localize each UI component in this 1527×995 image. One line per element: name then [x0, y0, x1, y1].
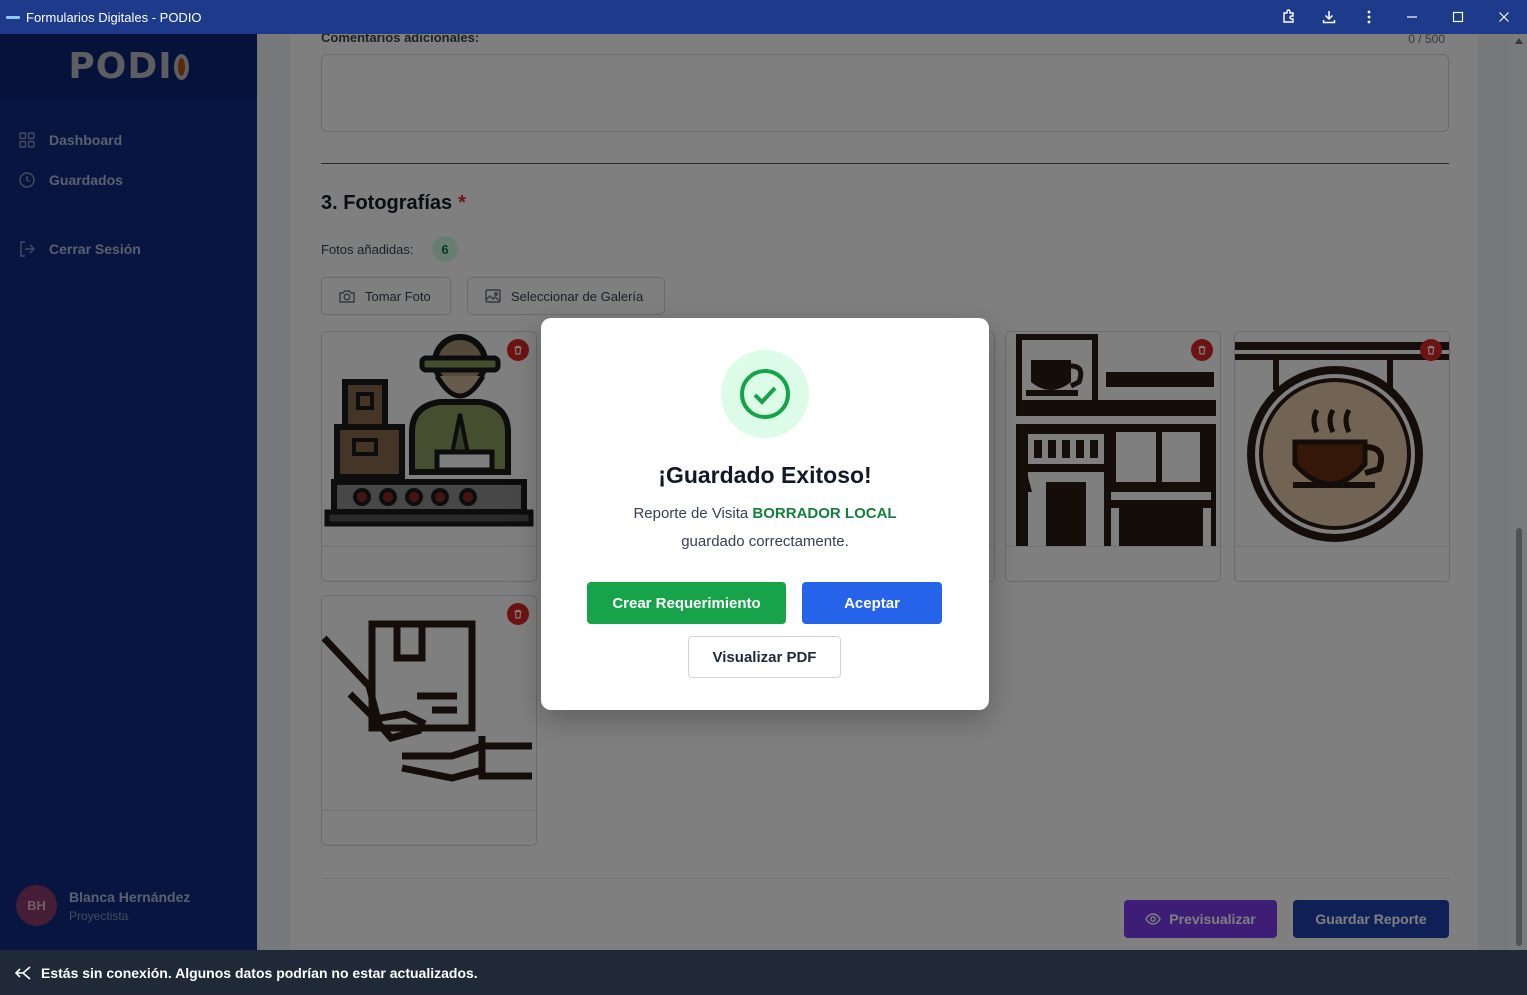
wifi-off-icon: [14, 965, 31, 980]
view-pdf-button[interactable]: Visualizar PDF: [688, 636, 841, 678]
draft-status: BORRADOR LOCAL: [752, 505, 897, 522]
offline-banner: Estás sin conexión. Algunos datos podría…: [0, 950, 1527, 995]
create-requirement-button[interactable]: Crear Requerimiento: [587, 582, 786, 624]
accept-button[interactable]: Aceptar: [802, 582, 942, 624]
extensions-icon[interactable]: [1269, 0, 1309, 34]
minimize-icon[interactable]: [1389, 0, 1435, 34]
modal-title: ¡Guardado Exitoso!: [658, 462, 872, 488]
maximize-icon[interactable]: [1435, 0, 1481, 34]
check-circle-icon: [740, 369, 790, 419]
download-icon[interactable]: [1309, 0, 1349, 34]
modal-message: Reporte de Visita BORRADOR LOCAL guardad…: [633, 505, 897, 550]
success-modal: ¡Guardado Exitoso! Reporte de Visita BOR…: [541, 318, 989, 710]
window-titlebar: Formularios Digitales - PODIO: [0, 0, 1527, 34]
success-badge: [721, 350, 809, 438]
app-icon: [6, 12, 20, 22]
window-title: Formularios Digitales - PODIO: [26, 9, 202, 25]
close-icon[interactable]: [1481, 0, 1527, 34]
more-icon[interactable]: [1349, 0, 1389, 34]
